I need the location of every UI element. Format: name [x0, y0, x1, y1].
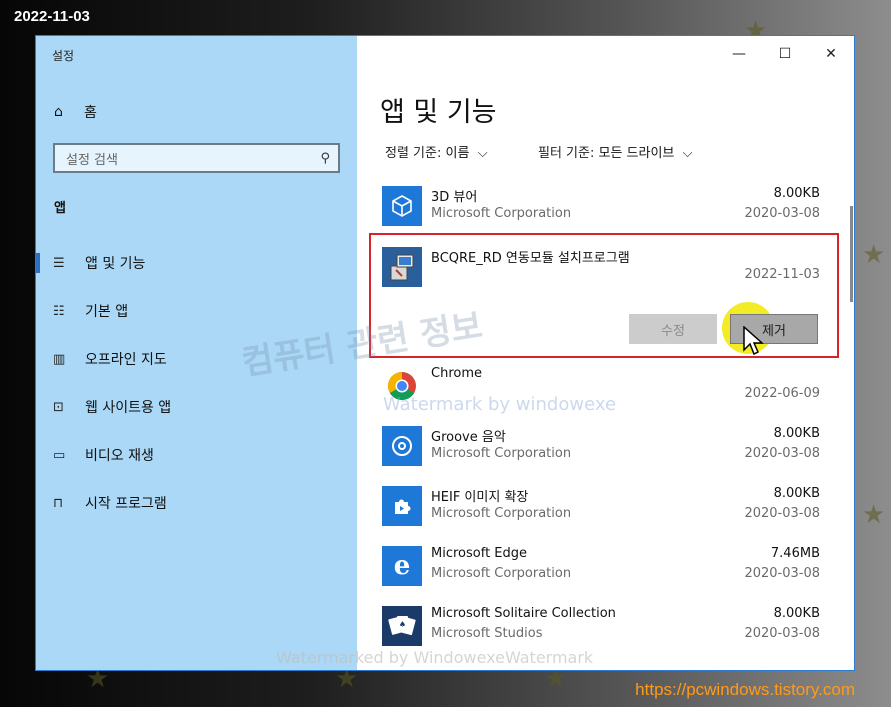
edge-icon: e	[382, 546, 422, 586]
app-date: 2022-11-03	[744, 267, 820, 282]
date-stamp: 2022-11-03	[14, 8, 90, 25]
app-date: 2020-03-08	[744, 206, 820, 221]
app-list-item-selected[interactable]: BCQRE_RD 연동모듈 설치프로그램 2022-11-03	[370, 245, 820, 305]
sidebar-item-default-apps[interactable]: ☷ 기본 앱	[36, 293, 357, 329]
minimize-button[interactable]: —	[716, 36, 762, 72]
app-date: 2020-03-08	[744, 626, 820, 641]
star-decoration-icon: ★	[862, 500, 886, 530]
sidebar-item-label: 시작 프로그램	[85, 496, 167, 512]
sort-label: 정렬 기준:	[385, 146, 442, 161]
app-list-item[interactable]: Groove 음악 Microsoft Corporation 8.00KB 2…	[370, 424, 820, 484]
default-apps-icon: ☷	[53, 303, 65, 319]
app-publisher: Microsoft Corporation	[431, 206, 572, 221]
page-title: 앱 및 기능	[380, 97, 497, 128]
app-name: Groove 음악	[431, 430, 506, 445]
settings-window: 설정 ⌂ 홈 설정 검색 ⚲ 앱 ☰ 앱 및 기능 ☷ 기본 앱 ▥ 오프라인 …	[35, 35, 855, 671]
app-date: 2020-03-08	[744, 446, 820, 461]
app-publisher: Microsoft Studios	[431, 626, 543, 641]
app-size: 7.46MB	[770, 546, 820, 561]
window-title: 설정	[52, 49, 75, 63]
app-name: HEIF 이미지 확장	[431, 490, 529, 505]
sidebar-item-label: 비디오 재생	[85, 448, 154, 464]
app-list-item[interactable]: e Microsoft Edge Microsoft Corporation 7…	[370, 544, 820, 604]
watermark-bottom: Watermarked by WindowexeWatermark	[276, 648, 594, 667]
sidebar-item-label: 기본 앱	[85, 304, 129, 320]
video-icon: ▭	[53, 447, 66, 463]
chevron-down-icon: ⌵	[678, 146, 693, 161]
app-publisher: Microsoft Corporation	[431, 566, 572, 581]
app-list-item[interactable]: HEIF 이미지 확장 Microsoft Corporation 8.00KB…	[370, 484, 820, 544]
sidebar-item-apps-features[interactable]: ☰ 앱 및 기능	[36, 245, 357, 281]
svg-text:♠: ♠	[399, 620, 406, 629]
app-size: 8.00KB	[773, 426, 820, 441]
sidebar-item-label: 앱 및 기능	[85, 256, 146, 272]
filter-value: 모든 드라이브	[598, 146, 675, 161]
home-label: 홈	[84, 105, 97, 121]
list-icon: ☰	[53, 255, 65, 271]
window-controls: — ☐ ✕	[716, 36, 854, 72]
puzzle-icon	[382, 486, 422, 526]
app-date: 2022-06-09	[744, 386, 820, 401]
chevron-down-icon: ⌵	[473, 146, 488, 161]
app-name: Microsoft Edge	[431, 546, 528, 561]
app-name: Microsoft Solitaire Collection	[431, 606, 616, 621]
home-icon: ⌂	[54, 104, 63, 120]
scrollbar[interactable]	[850, 206, 853, 302]
maximize-button[interactable]: ☐	[762, 36, 808, 72]
section-title: 앱	[54, 201, 66, 216]
app-size: 8.00KB	[773, 606, 820, 621]
modify-button[interactable]: 수정	[629, 314, 717, 344]
sidebar-item-web-apps[interactable]: ⊡ 웹 사이트용 앱	[36, 389, 357, 425]
footer-url: https://pcwindows.tistory.com	[635, 680, 855, 699]
search-input[interactable]: 설정 검색 ⚲	[53, 143, 340, 173]
sidebar-item-video-playback[interactable]: ▭ 비디오 재생	[36, 437, 357, 473]
star-decoration-icon: ★	[862, 240, 886, 270]
app-name: Chrome	[431, 366, 482, 381]
map-icon: ▥	[53, 351, 66, 367]
app-name: 3D 뷰어	[431, 190, 478, 205]
search-icon: ⚲	[320, 150, 330, 166]
startup-icon: ⊓	[53, 495, 64, 511]
filter-label: 필터 기준:	[538, 146, 595, 161]
app-name: BCQRE_RD 연동모듈 설치프로그램	[431, 251, 630, 266]
cards-icon: ♠	[382, 606, 422, 646]
app-publisher: Microsoft Corporation	[431, 506, 572, 521]
sort-dropdown[interactable]: 정렬 기준: 이름 ⌵	[385, 142, 488, 161]
installer-icon	[382, 247, 422, 287]
mouse-cursor-icon	[743, 326, 764, 356]
app-publisher: Microsoft Corporation	[431, 446, 572, 461]
filter-dropdown[interactable]: 필터 기준: 모든 드라이브 ⌵	[538, 142, 693, 161]
app-date: 2020-03-08	[744, 506, 820, 521]
sidebar-item-home[interactable]: ⌂ 홈	[54, 102, 97, 122]
app-size: 8.00KB	[773, 486, 820, 501]
close-button[interactable]: ✕	[808, 36, 854, 72]
app-size: 8.00KB	[773, 186, 820, 201]
search-placeholder: 설정 검색	[66, 152, 118, 168]
app-date: 2020-03-08	[744, 566, 820, 581]
music-disc-icon	[382, 426, 422, 466]
watermark-english: Watermark by windowexe	[383, 394, 617, 415]
cube-icon	[382, 186, 422, 226]
sidebar-item-label: 웹 사이트용 앱	[85, 400, 172, 416]
web-app-icon: ⊡	[53, 399, 64, 415]
sort-value: 이름	[445, 146, 470, 161]
sidebar-item-label: 오프라인 지도	[85, 352, 167, 368]
sidebar-item-startup[interactable]: ⊓ 시작 프로그램	[36, 485, 357, 521]
